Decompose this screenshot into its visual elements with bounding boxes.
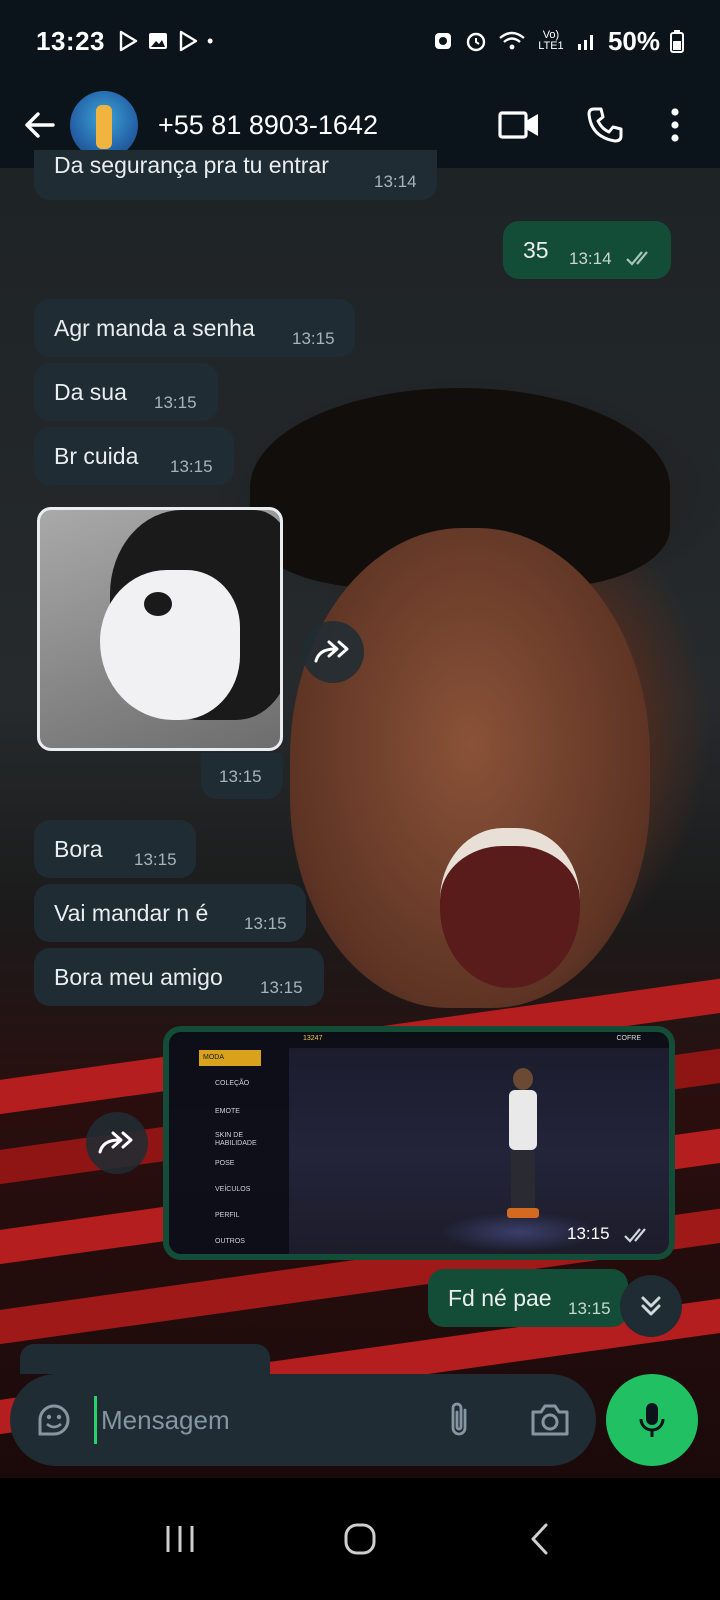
forward-icon (314, 640, 349, 663)
wifi-icon (499, 31, 525, 50)
message-text: Agr manda a senha (54, 315, 255, 341)
network-type: Vo) LTE1 (538, 29, 564, 52)
home-button[interactable] (330, 1509, 390, 1569)
sticker-button[interactable] (32, 1398, 76, 1442)
forward-icon (98, 1131, 133, 1154)
message-time: 13:15 (260, 978, 303, 997)
message-time: 13:15 (244, 914, 287, 933)
image-content (144, 592, 172, 616)
recent-apps-button[interactable] (150, 1509, 210, 1569)
battery-icon (670, 30, 684, 53)
message-incoming[interactable]: Da sua 13:15 (34, 363, 218, 421)
home-icon (344, 1523, 376, 1555)
read-receipt-icon (624, 1228, 646, 1243)
game-top-bar: 13247 COFRE (289, 1032, 669, 1048)
signal-icon (577, 35, 593, 50)
message-input[interactable] (94, 1396, 414, 1444)
message-incoming[interactable]: Da segurança pra tu entrar 13:14 (34, 150, 437, 200)
game-menu-item: MODA (203, 1054, 224, 1061)
message-text: Bora (54, 836, 103, 862)
message-incoming[interactable]: Bora meu amigo 13:15 (34, 948, 324, 1006)
message-time: 13:14 (569, 249, 612, 268)
dot-icon: • (207, 30, 214, 51)
game-menu-item: POSE (215, 1160, 235, 1167)
paperclip-icon (451, 1402, 467, 1436)
message-time: 13:15 (292, 329, 335, 348)
message-time: 13:15 (134, 850, 177, 869)
message-time: 13:15 (568, 1299, 611, 1318)
camera-button[interactable] (526, 1398, 574, 1442)
back-nav-button[interactable] (510, 1509, 570, 1569)
status-time: 13:23 (36, 25, 105, 56)
attach-button[interactable] (438, 1398, 482, 1442)
message-incoming[interactable]: Bora 13:15 (34, 820, 196, 878)
message-text: Da sua (54, 379, 127, 405)
more-options-icon[interactable] (670, 107, 680, 143)
forward-button[interactable] (302, 621, 364, 683)
game-menu-item: COLEÇÃO (215, 1080, 250, 1087)
message-outgoing[interactable]: Fd né pae 13:15 (428, 1269, 628, 1327)
system-navigation-bar (0, 1478, 720, 1600)
message-time: 13:14 (374, 172, 417, 191)
game-menu-item: VEÍCULOS (215, 1186, 251, 1193)
play-store-icon (179, 30, 198, 52)
camera-icon (531, 1404, 569, 1436)
game-coins: 13247 (303, 1035, 323, 1042)
game-menu-item: SKIN DE HABILIDADE (215, 1132, 257, 1147)
message-text: Bora meu amigo (54, 964, 223, 990)
game-top-right: COFRE (616, 1035, 642, 1042)
video-call-icon[interactable] (498, 109, 540, 141)
game-menu: MODA COLEÇÃO EMOTE SKIN DE HABILIDADE PO… (169, 1032, 289, 1254)
message-composer (10, 1374, 596, 1466)
message-text: Br cuida (54, 443, 139, 469)
contact-avatar[interactable] (70, 91, 138, 159)
game-screenshot: 13247 COFRE MODA COLEÇÃO EMOTE SKIN DE H… (169, 1032, 669, 1254)
message-text: Fd né pae (448, 1285, 552, 1311)
message-incoming[interactable]: Vai mandar n é 13:15 (34, 884, 306, 942)
game-menu-item: PERFIL (215, 1212, 240, 1219)
message-time: 13:15 (170, 457, 213, 476)
voice-message-button[interactable] (606, 1374, 698, 1466)
contact-name[interactable]: +55 81 8903-1642 (158, 110, 378, 141)
header-actions (498, 106, 680, 144)
message-text: Da segurança pra tu entrar (54, 152, 329, 178)
chevron-left-icon (531, 1523, 548, 1555)
message-incoming[interactable]: Br cuida 13:15 (34, 427, 234, 485)
game-menu-item: EMOTE (215, 1108, 240, 1115)
image-timestamp-chip: 13:15 (201, 753, 283, 799)
play-store-icon (119, 30, 138, 52)
scroll-to-bottom-button[interactable] (620, 1275, 682, 1337)
voice-call-icon[interactable] (586, 106, 624, 144)
image-content (100, 570, 240, 720)
microphone-icon (639, 1403, 665, 1437)
battery-percent: 50% (607, 25, 660, 56)
message-text: Vai mandar n é (54, 900, 209, 926)
status-notification-icons: • (117, 30, 213, 52)
message-time: 13:15 (219, 767, 262, 786)
back-button[interactable] (14, 99, 66, 151)
status-right-icons: Vo) LTE1 50% (432, 26, 684, 57)
forward-button[interactable] (86, 1112, 148, 1174)
recent-apps-icon (166, 1526, 194, 1552)
sticker-icon (38, 1404, 70, 1436)
message-incoming-partial (20, 1344, 270, 1374)
back-arrow-icon (25, 112, 55, 138)
message-time: 13:15 (567, 1224, 610, 1243)
message-text: 35 (523, 237, 549, 263)
message-outgoing[interactable]: 35 13:14 (503, 221, 671, 279)
alarm-icon (466, 32, 486, 52)
gallery-icon (149, 33, 167, 49)
message-incoming[interactable]: Agr manda a senha 13:15 (34, 299, 355, 357)
recycle-icon (434, 33, 451, 49)
game-menu-item: OUTROS (215, 1238, 245, 1245)
message-image-incoming[interactable] (37, 507, 283, 751)
status-bar: 13:23 • Vo) LTE1 50% (0, 0, 720, 82)
wallpaper-mouth (440, 828, 580, 988)
message-time: 13:15 (154, 393, 197, 412)
message-image-outgoing[interactable]: 13247 COFRE MODA COLEÇÃO EMOTE SKIN DE H… (163, 1026, 675, 1260)
game-character (499, 1062, 545, 1222)
read-receipt-icon (626, 251, 648, 266)
double-chevron-down-icon (641, 1296, 661, 1316)
